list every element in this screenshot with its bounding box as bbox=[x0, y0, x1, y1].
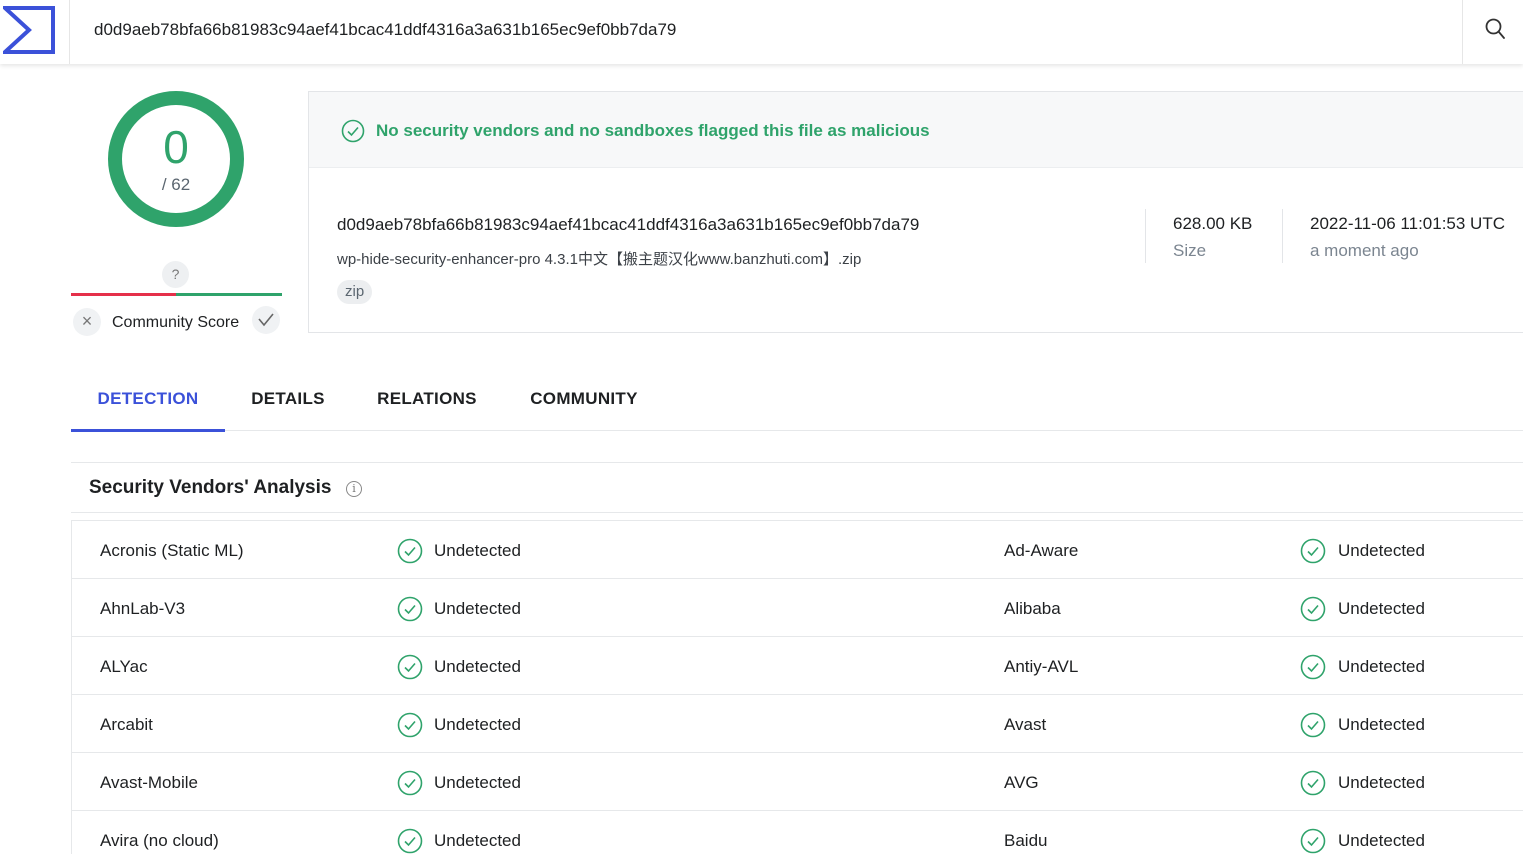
vendor-name[interactable]: Antiy-AVL bbox=[1004, 657, 1078, 677]
vendor-name[interactable]: AhnLab-V3 bbox=[100, 599, 185, 619]
tab-detection[interactable]: DETECTION bbox=[71, 370, 225, 432]
check-circle-icon bbox=[1300, 770, 1326, 796]
vendor-result-icon bbox=[1300, 770, 1326, 801]
vendor-row: Avira (no cloud) Undetected Baidu Undetecte… bbox=[72, 810, 1523, 854]
check-icon bbox=[258, 313, 274, 327]
vendor-result: Undetected bbox=[1338, 715, 1425, 734]
search-icon bbox=[1485, 18, 1505, 39]
vendor-row: AhnLab-V3 Undetected Alibaba Undetected bbox=[72, 578, 1523, 636]
vendor-result-icon bbox=[1300, 654, 1326, 685]
vendor-result: Undetected bbox=[434, 541, 521, 560]
check-circle-icon bbox=[397, 828, 423, 854]
vendor-row: Avast-Mobile Undetected AVG Undetected bbox=[72, 752, 1523, 810]
detection-count: 0 bbox=[163, 121, 189, 173]
virustotal-sigma-logo-icon bbox=[3, 6, 55, 54]
vendor-result: Undetected bbox=[1338, 831, 1425, 850]
meta-divider bbox=[1145, 209, 1146, 263]
vendor-name[interactable]: Avast bbox=[1004, 715, 1046, 735]
vendor-result: Undetected bbox=[434, 831, 521, 850]
x-icon: × bbox=[81, 311, 93, 331]
tab-community[interactable]: COMMUNITY bbox=[515, 370, 653, 430]
vendor-result-icon bbox=[1300, 712, 1326, 743]
vendor-row: ALYac Undetected Antiy-AVL Undetected bbox=[72, 636, 1523, 694]
vendor-result-icon bbox=[397, 596, 423, 627]
vendor-result: Undetected bbox=[434, 657, 521, 676]
community-negative-bar bbox=[71, 293, 176, 296]
community-positive-bar bbox=[176, 293, 282, 296]
vendor-result: Undetected bbox=[1338, 541, 1425, 560]
vendor-row: Arcabit Undetected Avast Undetected bbox=[72, 694, 1523, 752]
vendor-name[interactable]: ALYac bbox=[100, 657, 148, 677]
vendor-row: Acronis (Static ML) Undetected Ad-Aware Und… bbox=[72, 520, 1523, 578]
vendor-result-icon bbox=[397, 712, 423, 743]
check-circle-icon bbox=[1300, 538, 1326, 564]
vendor-result: Undetected bbox=[434, 599, 521, 618]
vendor-result: Undetected bbox=[434, 715, 521, 734]
top-bar bbox=[0, 0, 1523, 64]
virustotal-logo[interactable] bbox=[0, 0, 70, 64]
file-hash[interactable]: d0d9aeb78bfa66b81983c94aef41bcac41ddf431… bbox=[337, 215, 919, 235]
community-downvote-button[interactable]: × bbox=[73, 308, 101, 336]
vendor-result-icon bbox=[397, 654, 423, 685]
vendor-name[interactable]: Avast-Mobile bbox=[100, 773, 198, 793]
check-circle-icon bbox=[1300, 712, 1326, 738]
check-circle-icon bbox=[1300, 654, 1326, 680]
vendor-name[interactable]: Ad-Aware bbox=[1004, 541, 1078, 561]
community-upvote-button[interactable] bbox=[252, 306, 280, 334]
check-circle-icon bbox=[341, 119, 365, 143]
detection-total: / 62 bbox=[161, 175, 191, 194]
vendor-result-icon bbox=[1300, 538, 1326, 569]
vendors-analysis-header: Security Vendors' Analysis i bbox=[71, 462, 1523, 513]
info-icon[interactable]: i bbox=[346, 481, 362, 497]
tab-details[interactable]: DETAILS bbox=[233, 370, 343, 430]
meta-divider bbox=[1282, 209, 1283, 263]
file-size-value: 628.00 KB bbox=[1173, 214, 1253, 233]
vendor-name[interactable]: Acronis (Static ML) bbox=[100, 541, 244, 561]
verdict-banner: No security vendors and no sandboxes fla… bbox=[309, 92, 1523, 168]
community-score-label: Community Score bbox=[112, 314, 240, 331]
report-tabs: DETECTION DETAILS RELATIONS COMMUNITY bbox=[71, 370, 1523, 432]
vendor-name[interactable]: AVG bbox=[1004, 773, 1039, 793]
search-button[interactable] bbox=[1462, 0, 1523, 64]
check-circle-icon bbox=[397, 712, 423, 738]
vendors-table: Acronis (Static ML) Undetected Ad-Aware Und… bbox=[71, 520, 1523, 854]
vendor-result-icon bbox=[1300, 828, 1326, 854]
check-circle-icon bbox=[397, 770, 423, 796]
file-size-label: Size bbox=[1173, 241, 1207, 260]
vendor-name[interactable]: Arcabit bbox=[100, 715, 153, 735]
check-circle-icon bbox=[1300, 596, 1326, 622]
tab-relations[interactable]: RELATIONS bbox=[361, 370, 493, 430]
vendor-result: Undetected bbox=[1338, 657, 1425, 676]
vendor-result: Undetected bbox=[434, 773, 521, 792]
vendor-result: Undetected bbox=[1338, 773, 1425, 792]
file-summary-card: No security vendors and no sandboxes fla… bbox=[308, 91, 1523, 333]
vendor-result: Undetected bbox=[1338, 599, 1425, 618]
vendor-result-icon bbox=[1300, 596, 1326, 627]
check-circle-icon bbox=[1300, 828, 1326, 854]
analysis-date-value: 2022-11-06 11:01:53 UTC bbox=[1310, 214, 1505, 233]
vendor-name[interactable]: Baidu bbox=[1004, 831, 1047, 851]
vendor-name[interactable]: Avira (no cloud) bbox=[100, 831, 219, 851]
check-circle-icon bbox=[397, 654, 423, 680]
check-circle-icon bbox=[397, 596, 423, 622]
vendor-result-icon bbox=[397, 828, 423, 854]
vendor-name[interactable]: Alibaba bbox=[1004, 599, 1061, 619]
check-circle-icon bbox=[397, 538, 423, 564]
vendor-result-icon bbox=[397, 770, 423, 801]
verdict-message: No security vendors and no sandboxes fla… bbox=[376, 121, 930, 140]
file-name: wp-hide-security-enhancer-pro 4.3.1中文【搬主… bbox=[337, 251, 862, 268]
analysis-date-relative: a moment ago bbox=[1310, 241, 1419, 260]
search-input[interactable] bbox=[94, 16, 1434, 44]
vendors-analysis-title: Security Vendors' Analysis bbox=[89, 477, 332, 498]
community-unknown-badge: ? bbox=[162, 261, 189, 288]
file-type-tag[interactable]: zip bbox=[337, 280, 373, 304]
vendor-result-icon bbox=[397, 538, 423, 569]
